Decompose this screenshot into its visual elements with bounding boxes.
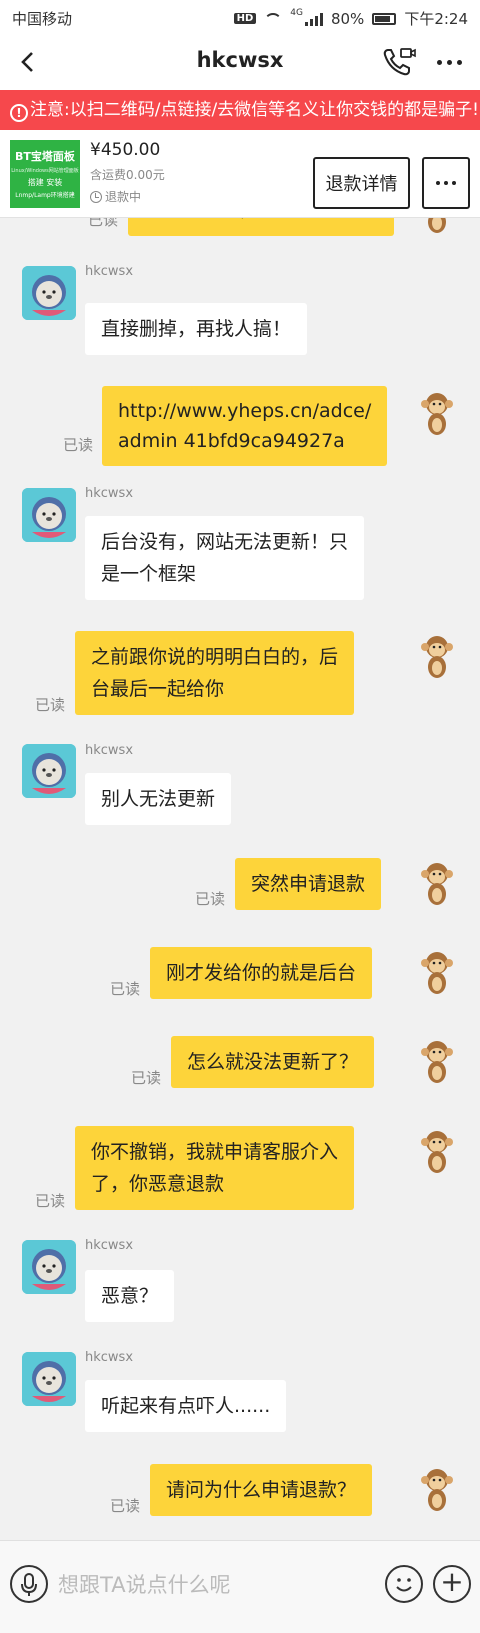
battery-icon (372, 12, 397, 25)
message-bubble-incoming[interactable]: 别人无法更新 (85, 773, 232, 825)
message-line: 台最后一起给你 (91, 678, 225, 700)
sender-name: hkcwsx (85, 1350, 134, 1365)
plus-icon[interactable]: + (433, 1565, 471, 1603)
avatar-monkey-icon[interactable] (417, 218, 457, 236)
message-line: admin 41bfd9ca94927a (118, 430, 345, 452)
message-bubble-outgoing[interactable]: 别再撤销了，一直在帮你搞 (128, 218, 394, 236)
avatar-monkey-icon[interactable] (417, 1038, 457, 1086)
shipping-fee: 含运费0.00元 (90, 168, 165, 182)
signal-icon (304, 12, 323, 26)
read-receipt: 已读 (110, 980, 141, 998)
avatar-monkey-icon[interactable] (417, 633, 457, 681)
refund-details-button[interactable]: 退款详情 (313, 157, 410, 209)
scam-warning-banner: ! 注意:以扫二维码/点链接/去微信等名义让你交钱的都是骗子! (0, 90, 480, 130)
sender-name: hkcwsx (85, 1238, 134, 1253)
thumb-line: 搭建 安装 (27, 178, 63, 187)
message-input[interactable] (58, 1565, 358, 1605)
sender-name: hkcwsx (85, 486, 134, 501)
thumb-title: BT宝塔面板 (15, 150, 75, 163)
avatar-seal-icon[interactable] (22, 1352, 76, 1406)
message-bubble-outgoing[interactable]: 请问为什么申请退款？ (150, 1464, 373, 1516)
chat-header: hkcwsx (0, 34, 480, 90)
avatar-seal-icon[interactable] (22, 1240, 76, 1294)
avatar-monkey-icon[interactable] (417, 1128, 457, 1176)
status-bar: 中国移动 HD 4G 80% 下午2:24 (0, 0, 480, 34)
message-line: 了，你恶意退款 (91, 1173, 225, 1195)
clock-icon (90, 190, 102, 203)
avatar-monkey-icon[interactable] (417, 1466, 457, 1514)
status-icons: HD 4G 80% 下午2:24 (233, 8, 468, 29)
avatar-seal-icon[interactable] (22, 744, 76, 798)
read-receipt: 已读 (195, 890, 226, 908)
carrier-name: 中国移动 (12, 10, 73, 28)
call-icon[interactable] (382, 46, 416, 78)
read-receipt: 已读 (35, 1192, 66, 1210)
warning-icon: ! (10, 104, 28, 122)
read-receipt: 已读 (88, 218, 119, 229)
hd-badge: HD (233, 13, 257, 24)
message-bubble-outgoing[interactable]: 突然申请退款 (235, 858, 382, 910)
avatar-monkey-icon[interactable] (417, 390, 457, 438)
order-status-text: 退款中 (105, 190, 142, 204)
message-list[interactable]: 已读 别再撤销了，一直在帮你搞 hkcwsx 直接删掉，再找人搞！ http:/… (0, 218, 480, 1540)
message-bubble-incoming[interactable]: 听起来有点吓人...... (85, 1380, 287, 1432)
avatar-monkey-icon[interactable] (417, 860, 457, 908)
read-receipt: 已读 (110, 1497, 141, 1515)
order-card[interactable]: BT宝塔面板 Linux/Windows网站管理面板 搭建 安装 Lnmp/La… (0, 130, 480, 218)
message-bubble-incoming[interactable]: 后台没有，网站无法更新！只 是一个框架 (85, 516, 365, 600)
message-line: http://www.yheps.cn/adce/ (118, 400, 372, 422)
message-bubble-incoming[interactable]: 恶意？ (85, 1270, 175, 1322)
network-type: 4G (290, 8, 303, 18)
input-bar: + (0, 1540, 480, 1633)
message-line: 后台没有，网站无法更新！只 (101, 531, 349, 553)
message-line: 是一个框架 (101, 563, 197, 585)
sender-name: hkcwsx (85, 743, 134, 758)
message-line: 你不撤销，我就申请客服介入 (91, 1141, 339, 1163)
sender-name: hkcwsx (85, 264, 134, 279)
message-line: 之前跟你说的明明白白的，后 (91, 646, 339, 668)
read-receipt: 已读 (131, 1069, 162, 1087)
emoji-icon[interactable] (385, 1565, 423, 1603)
read-receipt: 已读 (35, 696, 66, 714)
battery-percent: 80% (330, 9, 365, 28)
thumb-subtitle: Linux/Windows网站管理面板 (11, 168, 79, 174)
avatar-seal-icon[interactable] (22, 266, 76, 320)
order-more-icon[interactable] (422, 157, 470, 209)
thumb-line: Lnmp/Lamp环境搭建 (15, 192, 75, 199)
message-bubble-outgoing[interactable]: 你不撤销，我就申请客服介入 了，你恶意退款 (75, 1126, 355, 1210)
message-bubble-incoming[interactable]: 直接删掉，再找人搞！ (85, 303, 308, 355)
warning-text: 注意:以扫二维码/点链接/去微信等名义让你交钱的都是骗子! (30, 100, 479, 120)
avatar-seal-icon[interactable] (22, 488, 76, 542)
clock-time: 下午2:24 (404, 10, 468, 28)
order-status: 退款中 (90, 188, 141, 205)
order-price: ¥450.00 (90, 140, 161, 160)
message-bubble-outgoing[interactable]: 刚才发给你的就是后台 (150, 947, 373, 999)
wifi-icon (264, 12, 283, 25)
avatar-monkey-icon[interactable] (417, 949, 457, 997)
message-bubble-outgoing[interactable]: 之前跟你说的明明白白的，后 台最后一起给你 (75, 631, 355, 715)
product-thumbnail[interactable]: BT宝塔面板 Linux/Windows网站管理面板 搭建 安装 Lnmp/La… (10, 140, 80, 208)
message-bubble-outgoing[interactable]: 怎么就没法更新了？ (171, 1036, 375, 1088)
read-receipt: 已读 (63, 436, 94, 454)
microphone-icon[interactable] (10, 1565, 48, 1603)
more-options-icon[interactable] (432, 50, 466, 74)
message-bubble-outgoing[interactable]: http://www.yheps.cn/adce/ admin 41bfd9ca… (102, 386, 388, 466)
